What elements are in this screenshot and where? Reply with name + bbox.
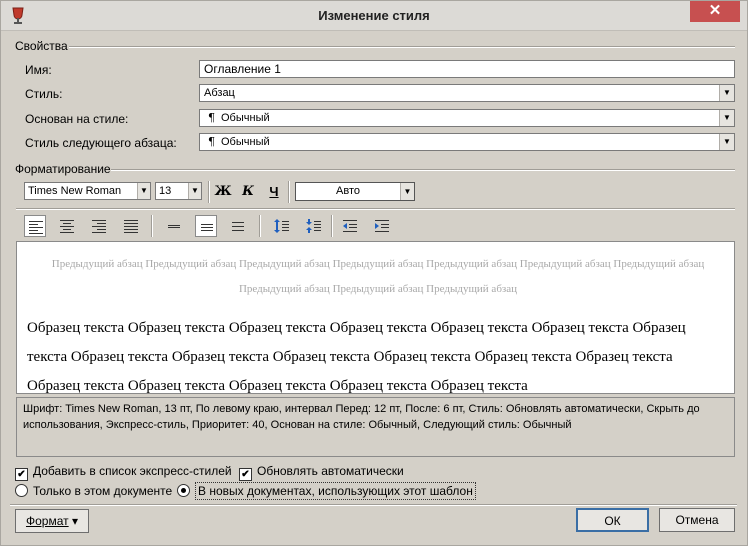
align-right-button[interactable] xyxy=(88,215,110,237)
cancel-button[interactable]: Отмена xyxy=(659,508,735,532)
decrease-indent-icon xyxy=(343,220,357,232)
ok-button[interactable]: ОК xyxy=(576,508,649,532)
dialog-title: Изменение стиля xyxy=(318,8,430,23)
toolbar-separator xyxy=(16,208,735,210)
justify-button[interactable] xyxy=(120,215,142,237)
properties-separator xyxy=(69,46,735,48)
new-documents-radio[interactable]: В новых документах, использующих этот ша… xyxy=(177,482,476,500)
style-description: Шрифт: Times New Roman, 13 пт, По левому… xyxy=(16,397,735,457)
pilcrow-icon: ¶ xyxy=(208,111,215,124)
chevron-down-icon: ▼ xyxy=(137,183,150,199)
font-size-select[interactable]: 13 ▼ xyxy=(155,182,202,200)
name-input[interactable]: Оглавление 1 xyxy=(199,60,735,78)
based-on-select[interactable]: ¶ Обычный ▼ xyxy=(199,109,735,127)
chevron-down-icon: ▼ xyxy=(719,134,734,150)
style-type-select[interactable]: Абзац ▼ xyxy=(199,84,735,102)
double-spacing-icon xyxy=(232,222,244,231)
dropdown-arrow-icon: ▾ xyxy=(71,514,78,528)
toolbar-divider xyxy=(208,181,210,203)
underline-button[interactable]: Ч xyxy=(264,182,284,202)
next-style-value: Обычный xyxy=(221,136,270,148)
font-size-value: 13 xyxy=(159,185,172,197)
chevron-down-icon: ▼ xyxy=(188,183,201,199)
increase-paragraph-spacing-button[interactable] xyxy=(271,215,293,237)
modify-style-dialog: Изменение стиля ✕ Свойства Имя: Оглавлен… xyxy=(0,0,748,546)
radio-off-icon xyxy=(15,484,28,497)
align-right-icon xyxy=(92,220,106,233)
radio-on-icon xyxy=(177,484,190,497)
sample-text: Образец текста Образец текста Образец те… xyxy=(27,320,686,394)
previous-paragraph-text: Предыдущий абзац Предыдущий абзац Предыд… xyxy=(51,258,705,295)
only-this-document-radio[interactable]: Только в этом документе xyxy=(15,484,172,498)
toolbar-divider xyxy=(259,215,261,237)
single-spacing-icon xyxy=(168,225,180,228)
increase-indent-button[interactable] xyxy=(371,215,393,237)
decrease-paragraph-spacing-button[interactable] xyxy=(303,215,325,237)
next-style-select[interactable]: ¶ Обычный ▼ xyxy=(199,133,735,151)
italic-button[interactable]: К xyxy=(238,182,258,202)
only-this-document-label: Только в этом документе xyxy=(33,484,173,498)
increase-indent-icon xyxy=(375,220,389,232)
align-center-icon xyxy=(60,220,74,233)
justify-icon xyxy=(124,220,138,233)
align-left-icon xyxy=(29,221,43,234)
chevron-down-icon: ▼ xyxy=(719,85,734,101)
add-to-quick-styles-label: Добавить в список экспресс-стилей xyxy=(33,464,232,478)
title-bar: Изменение стиля ✕ xyxy=(1,1,747,31)
font-value: Times New Roman xyxy=(28,185,122,197)
new-documents-label: В новых документах, использующих этот ша… xyxy=(195,482,476,500)
decrease-spacing-icon xyxy=(306,219,321,233)
checkmark-icon: ✔ xyxy=(15,468,28,481)
font-color-value: Авто xyxy=(336,185,360,197)
add-to-quick-styles-checkbox[interactable]: ✔ Добавить в список экспресс-стилей xyxy=(15,464,232,481)
align-center-button[interactable] xyxy=(56,215,78,237)
single-spacing-button[interactable] xyxy=(163,215,185,237)
align-left-button[interactable] xyxy=(24,215,46,237)
font-select[interactable]: Times New Roman ▼ xyxy=(24,182,151,200)
bold-button[interactable]: Ж xyxy=(213,182,233,202)
style-type-value: Абзац xyxy=(204,87,235,99)
toolbar-divider xyxy=(288,181,290,203)
double-spacing-button[interactable] xyxy=(227,215,249,237)
toolbar-divider xyxy=(331,215,333,237)
formatting-section-label: Форматирование xyxy=(15,162,111,176)
formatting-separator xyxy=(111,169,735,171)
next-style-label: Стиль следующего абзаца: xyxy=(25,136,177,150)
style-preview: Предыдущий абзац Предыдущий абзац Предыд… xyxy=(16,241,735,394)
increase-spacing-icon xyxy=(274,219,289,233)
one-half-spacing-icon xyxy=(201,224,213,231)
decrease-indent-button[interactable] xyxy=(339,215,361,237)
based-on-value: Обычный xyxy=(221,112,270,124)
style-type-label: Стиль: xyxy=(25,87,63,101)
auto-update-checkbox[interactable]: ✔ Обновлять автоматически xyxy=(239,464,404,481)
checkmark-icon: ✔ xyxy=(239,468,252,481)
format-button-label: Формат xyxy=(25,514,69,528)
one-half-spacing-button[interactable] xyxy=(195,215,217,237)
auto-update-label: Обновлять автоматически xyxy=(257,464,404,478)
bottom-separator xyxy=(10,504,737,506)
toolbar-divider xyxy=(151,215,153,237)
close-button[interactable]: ✕ xyxy=(690,1,740,22)
font-color-select[interactable]: Авто ▼ xyxy=(295,182,415,201)
pilcrow-icon: ¶ xyxy=(208,135,215,148)
chevron-down-icon: ▼ xyxy=(719,110,734,126)
chevron-down-icon: ▼ xyxy=(400,183,414,200)
properties-section-label: Свойства xyxy=(15,39,68,53)
format-menu-button[interactable]: Формат ▾ xyxy=(15,509,89,533)
close-icon: ✕ xyxy=(708,2,722,19)
name-label: Имя: xyxy=(25,63,52,77)
based-on-label: Основан на стиле: xyxy=(25,112,129,126)
